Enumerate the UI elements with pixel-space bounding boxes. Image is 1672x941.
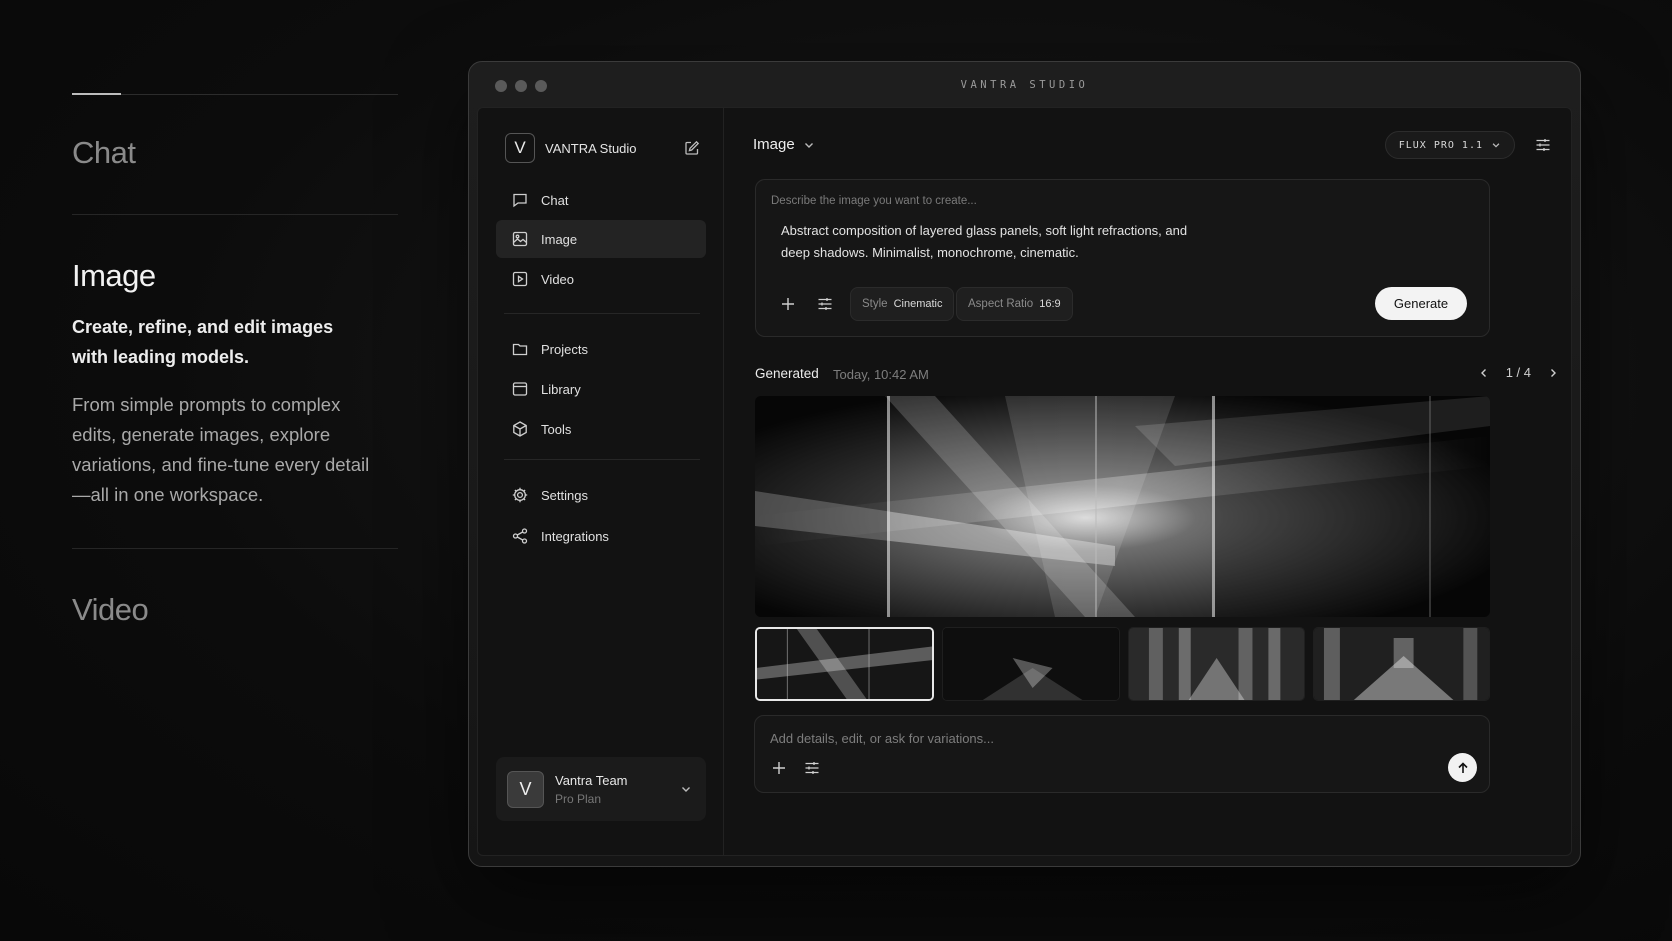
prompt-input[interactable]: Abstract composition of layered glass pa… <box>781 220 1201 264</box>
sidebar-item-chat[interactable]: Chat <box>496 181 706 219</box>
brand-logo: V <box>505 133 535 163</box>
feature-image-description: From simple prompts to complex edits, ge… <box>72 394 370 505</box>
account-switcher[interactable]: V Vantra Team Pro Plan <box>496 757 706 821</box>
sliders-icon[interactable] <box>1535 137 1551 153</box>
model-selector[interactable]: FLUX PRO 1.1 <box>1384 131 1515 159</box>
sidebar-divider <box>504 313 700 314</box>
sidebar-item-label: Library <box>541 381 581 397</box>
sidebar: V VANTRA Studio Chat Image Video Project… <box>478 108 724 855</box>
brand-name: VANTRA Studio <box>545 140 637 156</box>
sidebar-item-settings[interactable]: Settings <box>496 476 706 514</box>
generated-image[interactable] <box>755 396 1490 617</box>
mode-label: Image <box>753 136 795 153</box>
prompt-card[interactable]: Describe the image you want to create...… <box>755 179 1490 337</box>
sidebar-item-label: Video <box>541 271 575 287</box>
aspect-ratio-chip[interactable]: Aspect Ratio 16:9 <box>956 287 1073 321</box>
sidebar-item-label: Integrations <box>541 528 609 544</box>
chat-icon <box>513 193 527 208</box>
title-bar: VANTRA STUDIO <box>469 62 1580 107</box>
sliders-icon[interactable] <box>817 296 833 312</box>
sidebar-item-label: Settings <box>541 487 588 503</box>
thumbnail-preview <box>757 629 933 699</box>
feature-image-subtitle: Create, refine, and edit images with lea… <box>72 317 334 367</box>
account-info: Vantra Team Pro Plan <box>555 773 628 806</box>
cube-icon <box>513 421 527 437</box>
feature-divider <box>72 214 398 215</box>
chevron-down-icon <box>1492 143 1500 148</box>
app-body: V VANTRA Studio Chat Image Video Project… <box>477 107 1572 856</box>
thumbnail[interactable] <box>1127 627 1305 701</box>
thumbnail[interactable] <box>942 627 1120 701</box>
mode-dropdown[interactable]: Image <box>753 136 815 153</box>
library-icon <box>512 382 528 396</box>
plus-icon[interactable] <box>780 296 796 312</box>
sidebar-item-label: Image <box>541 231 578 247</box>
chevron-right-icon[interactable] <box>1547 367 1559 379</box>
account-plan: Pro Plan <box>555 791 602 806</box>
window-title: VANTRA STUDIO <box>960 79 1089 91</box>
sidebar-item-integrations[interactable]: Integrations <box>496 517 706 555</box>
generated-timestamp: Today, 10:42 AM <box>833 367 929 382</box>
feature-video-title[interactable]: Video <box>72 592 398 628</box>
result-pager: 1 / 4 <box>1478 365 1559 380</box>
account-name: Vantra Team <box>555 772 628 788</box>
feature-image-title[interactable]: Image <box>72 258 398 294</box>
brand: V VANTRA Studio <box>505 133 700 163</box>
main-panel: Image FLUX PRO 1.1 Describe the image yo… <box>724 108 1571 855</box>
generate-button[interactable]: Generate <box>1375 287 1467 320</box>
feature-divider <box>72 548 398 549</box>
avatar: V <box>507 770 544 808</box>
style-chip-value: Cinematic <box>893 298 943 310</box>
thumbnail-strip <box>755 627 1490 701</box>
chevron-down-icon <box>682 787 690 792</box>
video-icon <box>512 271 528 287</box>
chat-input-bar[interactable]: Add details, edit, or ask for variations… <box>754 715 1490 793</box>
new-edit-icon[interactable] <box>684 140 700 156</box>
share-icon <box>512 528 528 544</box>
thumbnail[interactable] <box>755 627 935 701</box>
model-label: FLUX PRO 1.1 <box>1398 139 1483 151</box>
sidebar-item-label: Projects <box>541 341 588 357</box>
gear-icon <box>512 487 528 503</box>
sidebar-item-projects[interactable]: Projects <box>496 330 706 368</box>
stage: Chat Image Create, refine, and edit imag… <box>0 0 1672 941</box>
app-window: VANTRA STUDIO V VANTRA Studio Chat Image… <box>468 61 1581 867</box>
thumbnail-preview <box>943 628 1119 700</box>
prompt-placeholder: Describe the image you want to create... <box>771 195 977 207</box>
aspect-ratio-chip-key: Aspect Ratio <box>968 298 1034 310</box>
sidebar-item-label: Tools <box>541 421 572 437</box>
pager-count: 1 / 4 <box>1505 365 1531 380</box>
thumbnail-preview <box>1313 628 1489 700</box>
sidebar-item-image[interactable]: Image <box>496 220 706 258</box>
style-chip[interactable]: Style Cinematic <box>850 287 955 321</box>
feature-chat-title[interactable]: Chat <box>72 135 398 171</box>
send-button[interactable] <box>1448 753 1477 782</box>
sidebar-divider <box>504 459 700 460</box>
chat-input[interactable]: Add details, edit, or ask for variations… <box>770 731 994 746</box>
feature-progress <box>72 93 398 95</box>
glass-panels-illustration <box>755 396 1490 617</box>
thumbnail[interactable] <box>1312 627 1490 701</box>
thumbnail-preview <box>1128 628 1304 700</box>
sidebar-item-library[interactable]: Library <box>496 370 706 408</box>
folder-icon <box>512 343 528 356</box>
feature-list: Chat Image Create, refine, and edit imag… <box>72 93 398 628</box>
style-chip-key: Style <box>862 298 888 310</box>
aspect-ratio-chip-value: 16:9 <box>1039 298 1061 310</box>
plus-icon[interactable] <box>771 760 787 776</box>
generated-label: Generated <box>755 366 819 381</box>
sidebar-item-tools[interactable]: Tools <box>496 410 706 448</box>
arrow-up-icon <box>1457 761 1468 773</box>
sidebar-item-video[interactable]: Video <box>496 260 706 298</box>
feature-progress-fill <box>72 93 121 95</box>
sliders-icon[interactable] <box>804 760 820 776</box>
chevron-down-icon <box>804 142 813 148</box>
sidebar-item-label: Chat <box>541 192 569 208</box>
image-icon <box>512 231 528 247</box>
chevron-left-icon[interactable] <box>1478 367 1490 379</box>
